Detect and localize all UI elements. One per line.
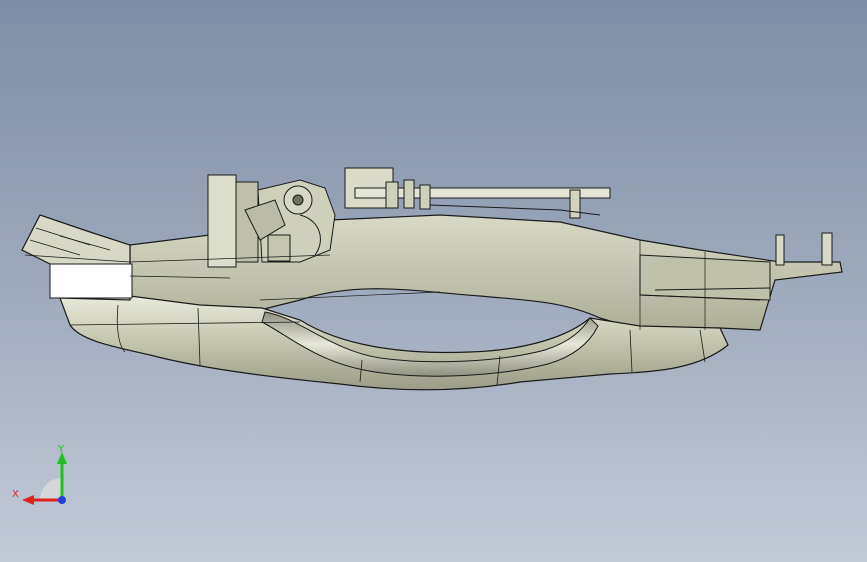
axis-triad: Y X — [12, 444, 67, 505]
latch-mechanism — [207, 174, 336, 268]
triad-plane — [40, 478, 62, 500]
3d-viewport[interactable]: Y X — [0, 0, 867, 562]
z-axis-dot — [58, 496, 66, 504]
x-axis-label: X — [12, 489, 19, 500]
x-axis-arrow — [22, 495, 34, 505]
y-axis-label: Y — [57, 444, 65, 455]
left-white-panel — [49, 263, 133, 299]
door-handle-model[interactable] — [0, 0, 867, 562]
actuator-rod — [344, 167, 611, 219]
